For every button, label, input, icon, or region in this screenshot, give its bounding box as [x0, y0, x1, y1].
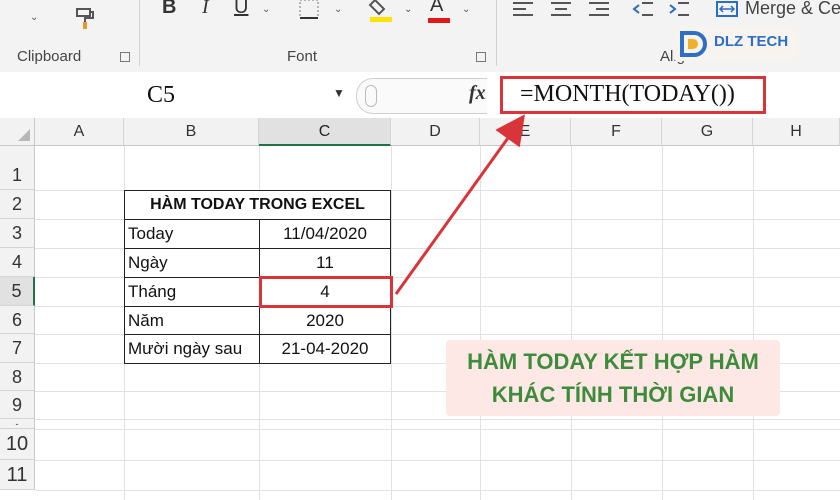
merge-center-icon[interactable]	[716, 0, 738, 24]
font-color-bar	[428, 18, 450, 23]
font-color-dropdown-icon[interactable]: ⌄	[462, 4, 470, 15]
table-title[interactable]: HÀM TODAY TRONG EXCEL	[124, 190, 391, 220]
format-painter-icon[interactable]	[74, 6, 98, 36]
table-row-label[interactable]: Tháng	[124, 277, 260, 307]
align-center-icon[interactable]	[550, 0, 572, 24]
font-launcher-icon[interactable]	[476, 52, 486, 62]
gridline	[753, 146, 754, 500]
italic-button[interactable]: I	[202, 0, 209, 19]
font-color-letter: A	[430, 0, 444, 16]
row-header-10[interactable]: 10	[0, 429, 35, 460]
increase-indent-icon[interactable]	[668, 0, 690, 24]
borders-dropdown-icon[interactable]: ⌄	[334, 4, 342, 15]
column-header-d[interactable]: D	[391, 118, 480, 146]
selected-cell-highlight[interactable]	[259, 276, 393, 308]
table-row-value[interactable]: 2020	[259, 306, 391, 335]
fx-icon[interactable]: fx	[469, 82, 486, 105]
row-header-4[interactable]: 4	[0, 248, 35, 277]
row-header-8[interactable]: 8	[0, 363, 35, 391]
formula-input[interactable]: =MONTH(TODAY())	[520, 81, 735, 108]
underline-button[interactable]: U	[234, 0, 248, 19]
table-row-value[interactable]: 11/04/2020	[259, 219, 391, 249]
row-header-7[interactable]: 7	[0, 334, 35, 363]
fill-color-icon[interactable]	[368, 0, 394, 28]
column-header-f[interactable]: F	[571, 118, 662, 146]
row-header-5[interactable]: 5	[0, 277, 35, 306]
gridline	[391, 146, 392, 500]
column-header-b[interactable]: B	[124, 118, 259, 146]
name-box[interactable]: C5 ▼	[0, 76, 352, 114]
gridline	[662, 146, 663, 500]
splitter-handle-icon	[365, 85, 377, 107]
table-row-label[interactable]: Mười ngày sau	[124, 334, 260, 364]
clipboard-group-label: Clipboard	[17, 48, 82, 65]
gridline	[35, 490, 840, 491]
ribbon-separator	[496, 0, 497, 66]
formula-bar-splitter[interactable]	[356, 78, 487, 114]
annotation-note: HÀM TODAY KẾT HỢP HÀM KHÁC TÍNH THỜI GIA…	[446, 340, 780, 416]
table-row-label[interactable]: Năm	[124, 306, 260, 335]
clipboard-launcher-icon[interactable]	[120, 52, 130, 62]
gridline	[35, 460, 840, 461]
column-header-e[interactable]: E	[480, 118, 571, 146]
bold-button[interactable]: B	[162, 0, 176, 19]
name-box-value: C5	[147, 82, 176, 108]
font-color-button[interactable]: A	[428, 0, 450, 23]
table-row-value[interactable]: 21-04-2020	[259, 334, 391, 364]
brand-watermark: DLZ TECH	[674, 27, 798, 61]
gridline	[35, 429, 840, 430]
paste-dropdown-icon[interactable]: ⌄	[30, 12, 38, 23]
table-row-label[interactable]: Today	[124, 219, 260, 249]
row-header-9[interactable]: 9	[0, 391, 35, 419]
column-header-h[interactable]: H	[753, 118, 840, 146]
table-row-label[interactable]: Ngày	[124, 248, 260, 278]
row-header-1[interactable]: 1	[0, 146, 35, 190]
column-header-c[interactable]: C	[259, 118, 391, 146]
formula-bar: C5 ▼ fx =MONTH(TODAY())	[0, 72, 840, 119]
formula-input-highlight[interactable]: =MONTH(TODAY())	[500, 76, 766, 114]
annotation-line-2: KHÁC TÍNH THỜI GIAN	[491, 382, 735, 407]
select-all-corner[interactable]	[0, 118, 35, 146]
align-right-icon[interactable]	[588, 0, 610, 24]
brand-name: DLZ TECH	[714, 33, 789, 50]
align-left-icon[interactable]	[512, 0, 534, 24]
ribbon-separator	[139, 0, 140, 66]
brand-logo-icon	[680, 31, 707, 57]
column-header-g[interactable]: G	[662, 118, 753, 146]
font-group-label: Font	[287, 48, 318, 65]
hidden-row-marker: -	[0, 419, 35, 429]
annotation-line-1: HÀM TODAY KẾT HỢP HÀM	[467, 349, 759, 374]
underline-dropdown-icon[interactable]: ⌄	[262, 4, 270, 15]
fill-color-dropdown-icon[interactable]: ⌄	[404, 4, 412, 15]
row-header-6[interactable]: 6	[0, 306, 35, 334]
column-header-a[interactable]: A	[35, 118, 124, 146]
merge-button-label[interactable]: Merge & Ce	[745, 0, 840, 19]
ribbon: ⌄ Clipboard B I U ⌄ ⌄ ⌄ A ⌄ Font Merge &…	[0, 0, 840, 73]
spreadsheet-grid: A B C D E F G H 1 2 3 4 5 6 7 8 9 - 10 1…	[0, 118, 840, 500]
row-header-11[interactable]: 11	[0, 460, 35, 490]
borders-icon[interactable]	[298, 0, 320, 26]
decrease-indent-icon[interactable]	[632, 0, 654, 24]
gridline	[480, 146, 481, 500]
row-header-3[interactable]: 3	[0, 219, 35, 248]
gridline	[35, 419, 840, 420]
table-row-value[interactable]: 11	[259, 248, 391, 278]
name-box-dropdown-icon[interactable]: ▼	[333, 86, 345, 100]
select-all-icon	[18, 129, 30, 141]
gridline	[571, 146, 572, 500]
row-header-2[interactable]: 2	[0, 190, 35, 219]
